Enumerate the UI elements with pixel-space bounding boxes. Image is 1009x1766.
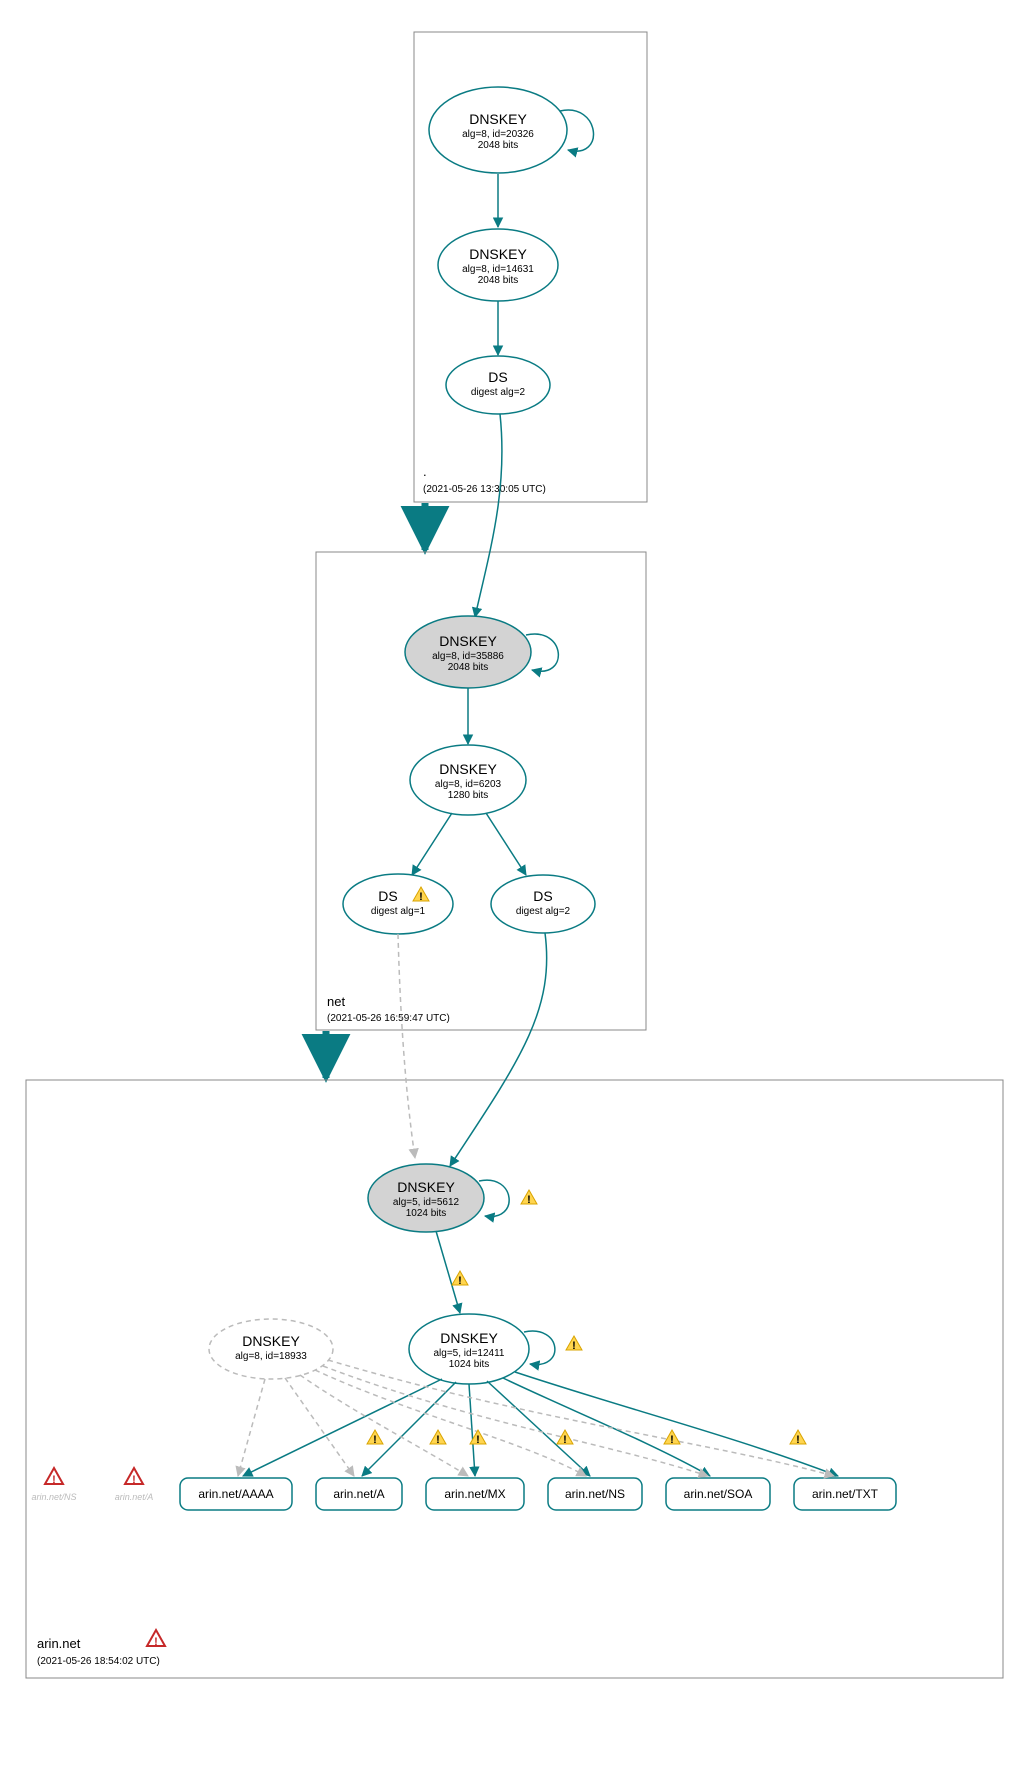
svg-text:arin.net/A: arin.net/A xyxy=(333,1487,384,1501)
svg-text:!: ! xyxy=(796,1434,800,1446)
svg-text:!: ! xyxy=(436,1434,440,1446)
svg-text:!: ! xyxy=(563,1434,567,1446)
warn-rr-txt: ! xyxy=(790,1430,806,1446)
warn-arin-ksk-zsk: ! xyxy=(452,1271,468,1287)
zone-root-label: . xyxy=(423,464,427,479)
svg-text:alg=8, id=6203: alg=8, id=6203 xyxy=(435,779,502,790)
svg-text:!: ! xyxy=(458,1275,462,1287)
svg-text:!: ! xyxy=(154,1636,158,1648)
edge-net-zsk-ds2 xyxy=(486,813,526,875)
svg-text:1280 bits: 1280 bits xyxy=(448,790,489,801)
edge-arin-ksk-zsk xyxy=(436,1231,460,1313)
warn-rr-mx: ! xyxy=(430,1430,446,1446)
svg-text:digest alg=1: digest alg=1 xyxy=(371,906,426,917)
svg-text:DNSKEY: DNSKEY xyxy=(397,1179,455,1195)
svg-text:!: ! xyxy=(476,1434,480,1446)
edge-ghost-aaaa xyxy=(238,1379,265,1476)
svg-text:!: ! xyxy=(52,1474,56,1486)
node-root-ds[interactable]: DS digest alg=2 xyxy=(446,356,550,414)
node-arin-ghost-key[interactable]: DNSKEY alg=8, id=18933 xyxy=(209,1319,333,1379)
svg-text:2048 bits: 2048 bits xyxy=(448,662,489,673)
node-rr-soa[interactable]: arin.net/SOA xyxy=(666,1478,770,1510)
svg-text:DS: DS xyxy=(378,888,397,904)
svg-text:DNSKEY: DNSKEY xyxy=(440,1330,498,1346)
dnssec-diagram: . (2021-05-26 13:30:05 UTC) DNSKEY alg=8… xyxy=(10,10,1009,1756)
svg-text:!: ! xyxy=(527,1194,531,1206)
node-rr-mx[interactable]: arin.net/MX xyxy=(426,1478,524,1510)
svg-text:arin.net/SOA: arin.net/SOA xyxy=(684,1487,753,1501)
svg-text:2048 bits: 2048 bits xyxy=(478,140,519,151)
svg-text:arin.net/TXT: arin.net/TXT xyxy=(812,1487,879,1501)
node-rr-aaaa[interactable]: arin.net/AAAA xyxy=(180,1478,292,1510)
node-root-zsk[interactable]: DNSKEY alg=8, id=14631 2048 bits xyxy=(438,229,558,301)
warn-arin-ksk-self: ! xyxy=(521,1190,537,1206)
svg-text:alg=5, id=5612: alg=5, id=5612 xyxy=(393,1197,460,1208)
node-arin-zsk[interactable]: DNSKEY alg=5, id=12411 1024 bits xyxy=(409,1314,529,1384)
svg-text:!: ! xyxy=(132,1474,136,1486)
warn-rr-a: ! xyxy=(367,1430,383,1446)
svg-text:digest alg=2: digest alg=2 xyxy=(516,906,571,917)
ghost-a-label: arin.net/A xyxy=(115,1492,154,1502)
node-root-ksk[interactable]: DNSKEY alg=8, id=20326 2048 bits xyxy=(429,87,567,173)
zone-arin-label: arin.net xyxy=(37,1636,81,1651)
edge-net-ds1-arin-ksk xyxy=(398,934,415,1158)
svg-text:!: ! xyxy=(419,891,423,903)
svg-text:alg=8, id=14631: alg=8, id=14631 xyxy=(462,264,534,275)
svg-text:!: ! xyxy=(572,1340,576,1352)
node-arin-ksk[interactable]: DNSKEY alg=5, id=5612 1024 bits xyxy=(368,1164,484,1232)
svg-text:1024 bits: 1024 bits xyxy=(406,1208,447,1219)
svg-text:arin.net/MX: arin.net/MX xyxy=(444,1487,505,1501)
edge-ghost-txt xyxy=(328,1360,834,1476)
edge-ghost-ns xyxy=(315,1370,586,1476)
svg-text:2048 bits: 2048 bits xyxy=(478,275,519,286)
node-net-zsk[interactable]: DNSKEY alg=8, id=6203 1280 bits xyxy=(410,745,526,815)
edge-zsk-aaaa xyxy=(243,1379,442,1476)
node-net-ds2[interactable]: DS digest alg=2 xyxy=(491,875,595,933)
zone-arin-time: (2021-05-26 18:54:02 UTC) xyxy=(37,1656,160,1667)
svg-text:arin.net/NS: arin.net/NS xyxy=(565,1487,625,1501)
svg-text:DNSKEY: DNSKEY xyxy=(469,246,527,262)
zone-arin xyxy=(26,1080,1003,1678)
edge-root-ds-net-ksk xyxy=(475,414,502,617)
node-rr-ns[interactable]: arin.net/NS xyxy=(548,1478,642,1510)
svg-text:DNSKEY: DNSKEY xyxy=(439,633,497,649)
warn-arin-zsk-self: ! xyxy=(566,1336,582,1352)
svg-text:!: ! xyxy=(670,1434,674,1446)
svg-text:DNSKEY: DNSKEY xyxy=(242,1333,300,1349)
svg-text:alg=8, id=35886: alg=8, id=35886 xyxy=(432,651,504,662)
svg-text:alg=8, id=18933: alg=8, id=18933 xyxy=(235,1351,307,1362)
svg-text:DS: DS xyxy=(533,888,552,904)
ghost-ns-label: arin.net/NS xyxy=(31,1492,76,1502)
svg-text:DNSKEY: DNSKEY xyxy=(439,761,497,777)
zone-net-time: (2021-05-26 16:59:47 UTC) xyxy=(327,1013,450,1024)
node-net-ksk[interactable]: DNSKEY alg=8, id=35886 2048 bits xyxy=(405,616,531,688)
svg-text:alg=5, id=12411: alg=5, id=12411 xyxy=(434,1348,505,1359)
svg-text:1024 bits: 1024 bits xyxy=(449,1359,490,1370)
node-rr-a[interactable]: arin.net/A xyxy=(316,1478,402,1510)
warn-ghost-a: ! xyxy=(125,1468,143,1486)
svg-text:DNSKEY: DNSKEY xyxy=(469,111,527,127)
zone-root-time: (2021-05-26 13:30:05 UTC) xyxy=(423,484,546,495)
warn-ghost-ns: ! xyxy=(45,1468,63,1486)
warn-arin-zone: ! xyxy=(147,1630,165,1648)
edge-net-ds2-arin-ksk xyxy=(450,933,547,1166)
svg-text:DS: DS xyxy=(488,369,507,385)
svg-text:alg=8, id=20326: alg=8, id=20326 xyxy=(462,129,534,140)
svg-text:arin.net/AAAA: arin.net/AAAA xyxy=(198,1487,273,1501)
warn-rr-soa: ! xyxy=(664,1430,680,1446)
svg-text:!: ! xyxy=(373,1434,377,1446)
edge-zsk-soa xyxy=(503,1378,710,1476)
edge-zsk-txt xyxy=(515,1372,838,1476)
warn-rr-ns: ! xyxy=(557,1430,573,1446)
edge-ghost-mx xyxy=(300,1375,468,1476)
edge-ghost-soa xyxy=(323,1366,708,1476)
edge-net-zsk-ds1 xyxy=(412,813,452,875)
svg-text:digest alg=2: digest alg=2 xyxy=(471,387,526,398)
node-net-ds1[interactable]: DS digest alg=1 xyxy=(343,874,453,934)
zone-net-label: net xyxy=(327,994,345,1009)
node-rr-txt[interactable]: arin.net/TXT xyxy=(794,1478,896,1510)
